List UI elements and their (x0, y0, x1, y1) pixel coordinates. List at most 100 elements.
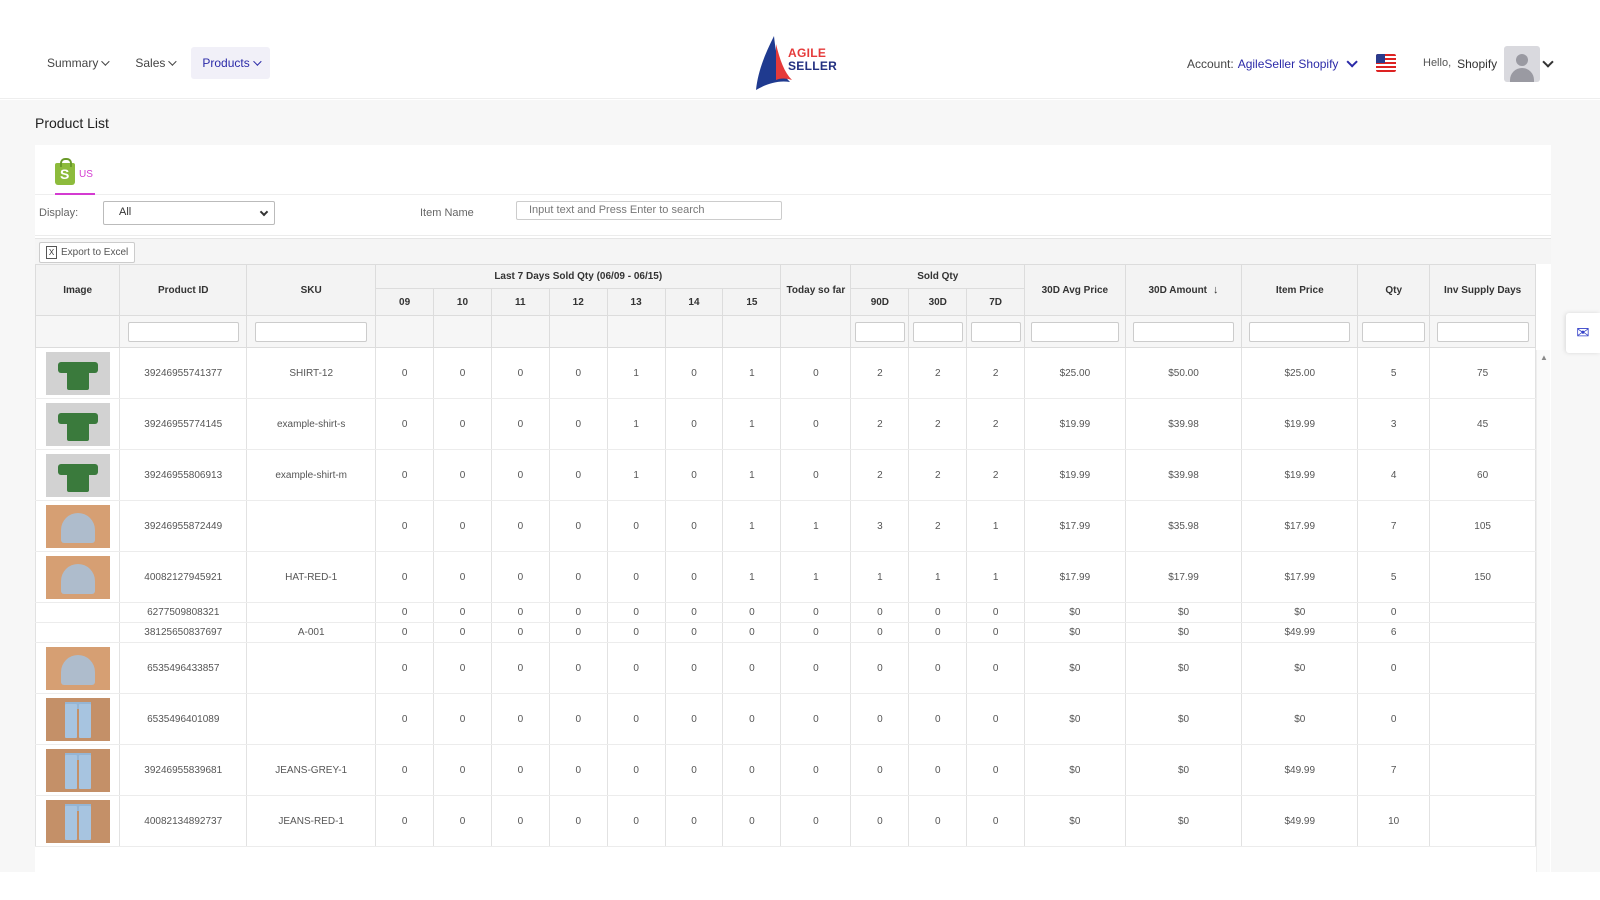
search-input[interactable]: Input text and Press Enter to search (516, 201, 782, 220)
inv-supply-cell (1429, 642, 1536, 694)
table-row[interactable]: 39246955839681 JEANS-GREY-1 0 0 0 0 0 0 0 0 0 0 0 $0 $… (34, 744, 1536, 796)
agile-seller-logo[interactable]: AGILE SELLER (752, 34, 842, 94)
day-qty-cell: 0 (548, 622, 608, 643)
today-cell: 1 (780, 500, 852, 552)
day-qty-cell: 0 (433, 642, 492, 694)
product-thumbnail[interactable] (45, 748, 110, 792)
header-day[interactable]: 12 (548, 288, 608, 316)
table-row[interactable]: 40082134892737 JEANS-RED-1 0 0 0 0 0 0 0 0 0 0 0 $0 $0… (34, 795, 1536, 847)
qty-cell: 10 (1357, 795, 1431, 847)
header-item-price[interactable]: Item Price (1241, 264, 1359, 316)
day-qty-cell: 0 (664, 551, 724, 603)
qty-30d-cell: 2 (908, 398, 968, 450)
header-inv-supply[interactable]: Inv Supply Days (1429, 264, 1536, 316)
us-flag-icon[interactable] (1376, 54, 1396, 72)
tab-us-label: US (79, 168, 93, 180)
product-thumbnail[interactable] (45, 646, 110, 690)
day-qty-cell: 0 (433, 398, 492, 450)
product-thumbnail[interactable] (45, 799, 110, 843)
account-selector[interactable]: Account: AgileSeller Shopify (1187, 56, 1359, 71)
header-day[interactable]: 11 (490, 288, 550, 316)
header-day[interactable]: 10 (433, 288, 492, 316)
display-select[interactable]: All (103, 201, 275, 225)
product-thumbnail[interactable] (45, 555, 110, 599)
table-row[interactable]: 6535496401089 0 0 0 0 0 0 0 0 0 0 0 $0 $0 $0 0 (34, 693, 1536, 745)
sku-cell: example-shirt-m (246, 449, 377, 501)
product-thumbnail[interactable] (45, 453, 110, 497)
nav-summary[interactable]: Summary (36, 47, 118, 79)
product-thumbnail[interactable] (45, 402, 110, 446)
day-qty-cell: 0 (606, 795, 666, 847)
header-product-id[interactable]: Product ID (119, 264, 248, 316)
item-price-filter[interactable] (1249, 321, 1351, 342)
amount-cell: $39.98 (1124, 449, 1243, 501)
sku-filter[interactable] (254, 321, 368, 342)
item-price-cell: $0 (1241, 642, 1359, 694)
greeting-user: Shopify (1457, 57, 1498, 71)
day-qty-cell: 1 (606, 449, 666, 501)
qty-7d-cell: 0 (966, 602, 1026, 623)
table-row[interactable]: 39246955806913 example-shirt-m 0 0 0 0 1 0 1 0 2 2 2… (34, 449, 1536, 501)
nav-products[interactable]: Products (191, 47, 270, 79)
sku-cell: HAT-RED-1 (246, 551, 377, 603)
chevron-down-icon (101, 57, 111, 66)
greeting-hello: Hello, (1423, 57, 1452, 69)
export-excel-button[interactable]: X Export to Excel (39, 242, 136, 263)
header-qty[interactable]: Qty (1357, 264, 1431, 316)
qty-30d-cell: 0 (908, 795, 968, 847)
header-day[interactable]: 14 (664, 288, 724, 316)
header-day[interactable]: 15 (722, 288, 782, 316)
table-row[interactable]: 39246955774145 example-shirt-s 0 0 0 0 1 0 1 0 2 2 2… (34, 398, 1536, 450)
header-90d[interactable]: 90D (850, 288, 910, 316)
amount-filter[interactable] (1132, 321, 1235, 342)
header-day[interactable]: 09 (375, 288, 435, 316)
table-scrollbar[interactable]: ▲ (1536, 350, 1550, 872)
table-row[interactable]: 6277509808321 0 0 0 0 0 0 0 0 0 0 0 $0 $0 $0 0 (34, 602, 1536, 623)
avatar[interactable] (1504, 46, 1540, 82)
nav-sales[interactable]: Sales (124, 47, 185, 79)
product-id-cell: 40082127945921 (119, 551, 248, 603)
7d-filter[interactable] (970, 321, 1021, 342)
qty-filter[interactable] (1362, 321, 1425, 342)
qty-30d-cell: 0 (908, 642, 968, 694)
day-qty-cell: 0 (433, 693, 492, 745)
product-thumbnail[interactable] (45, 351, 110, 395)
header-image[interactable]: Image (34, 264, 121, 316)
product-id-filter[interactable] (127, 321, 239, 342)
day-qty-cell: 0 (548, 500, 608, 552)
header-amount[interactable]: 30D Amount ↓ (1124, 264, 1243, 316)
header-30d[interactable]: 30D (908, 288, 968, 316)
today-cell: 0 (780, 449, 852, 501)
inv-supply-cell: 45 (1429, 398, 1536, 450)
header-sku[interactable]: SKU (246, 264, 377, 316)
30d-filter[interactable] (912, 321, 963, 342)
table-row[interactable]: 6535496433857 0 0 0 0 0 0 0 0 0 0 0 $0 $0 $0 0 (34, 642, 1536, 694)
day-qty-cell: 0 (490, 347, 550, 399)
table-row[interactable]: 39246955741377 SHIRT-12 0 0 0 0 1 0 1 0 2 2 2 $25.00 $… (34, 347, 1536, 399)
table-row[interactable]: 40082127945921 HAT-RED-1 0 0 0 0 0 0 1 1 1 1 1 $17.99… (34, 551, 1536, 603)
day-qty-cell: 0 (606, 622, 666, 643)
scroll-up-icon[interactable]: ▲ (1540, 353, 1548, 362)
sku-cell: JEANS-RED-1 (246, 795, 377, 847)
day-qty-cell: 1 (606, 347, 666, 399)
day-qty-cell: 0 (664, 500, 724, 552)
header-day[interactable]: 13 (606, 288, 666, 316)
header-today[interactable]: Today so far (780, 264, 852, 316)
product-thumbnail[interactable] (45, 697, 110, 741)
table-toolbar: X Export to Excel (35, 238, 1551, 264)
avg-price-filter[interactable] (1031, 321, 1119, 342)
chevron-down-icon[interactable] (1542, 56, 1554, 68)
qty-90d-cell: 0 (850, 642, 910, 694)
table-row[interactable]: 38125650837697 A-001 0 0 0 0 0 0 0 0 0 0 0 $0 $0 $49.99… (34, 622, 1536, 643)
image-cell (34, 795, 121, 847)
inv-supply-filter[interactable] (1436, 321, 1529, 342)
mail-icon[interactable]: ✉ (1566, 313, 1600, 353)
day-qty-cell: 0 (433, 602, 492, 623)
header-7d[interactable]: 7D (966, 288, 1026, 316)
table-row[interactable]: 39246955872449 0 0 0 0 0 0 1 1 3 2 1 $17.99 $35.98 $17… (34, 500, 1536, 552)
qty-7d-cell: 0 (966, 642, 1026, 694)
90d-filter[interactable] (854, 321, 905, 342)
header-avg-price[interactable]: 30D Avg Price (1024, 264, 1126, 316)
product-thumbnail[interactable] (45, 504, 110, 548)
tab-us[interactable]: S US (55, 155, 95, 195)
